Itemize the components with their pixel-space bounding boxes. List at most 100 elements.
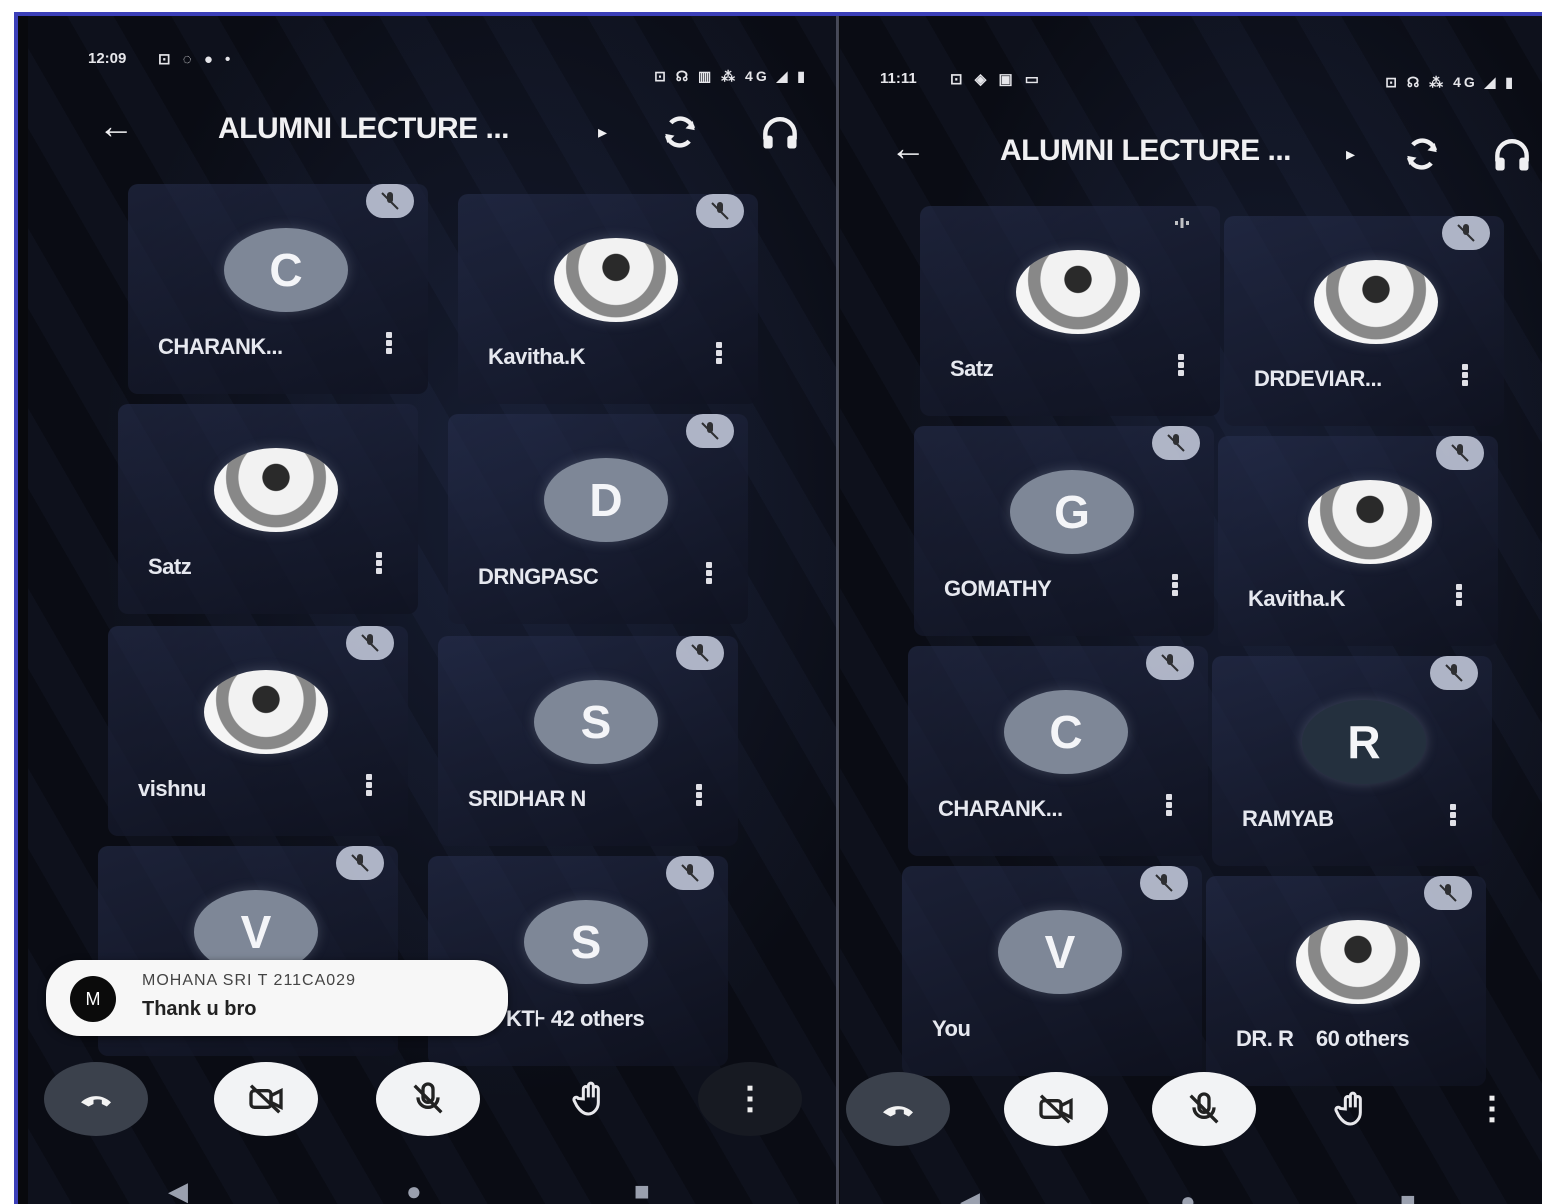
chat-message-toast[interactable]: M MOHANA SRI T 211CA029 Thank u bro [46,960,508,1036]
participant-tile[interactable]: DRDEVIAR... [1224,216,1504,426]
mic-off-icon [366,184,414,218]
meeting-header: ← ALUMNI LECTURE ... ▸ [98,104,818,164]
nav-back-icon[interactable]: ◀ [168,1176,188,1204]
title-caret-icon[interactable]: ▸ [598,122,607,143]
participant-photo-avatar [554,238,678,322]
participant-name: RAMYAB [1242,806,1334,831]
more-vert-icon[interactable] [1176,352,1186,382]
participant-tile[interactable]: Satz [920,206,1220,416]
status-bar: 11:11 ⊡ ◈ ▣ ▭ ⊡ ☊ ⁂ 4G ◢ ▮ [880,70,1516,98]
participant-tile[interactable]: R RAMYAB [1212,656,1492,866]
mic-off-icon [1436,436,1484,470]
participant-tile[interactable]: G GOMATHY [914,426,1214,636]
mic-off-button[interactable] [1152,1072,1256,1146]
participant-name: Kavitha.K [1248,586,1345,611]
more-vert-icon[interactable] [374,550,384,580]
hang-up-icon [81,1096,111,1107]
participant-tile[interactable]: D DRNGPASC [448,414,748,624]
status-icons-left: ⊡ ◌ ● • [158,51,235,68]
mic-off-icon [686,414,734,448]
screenshot-frame: 12:09 ⊡ ◌ ● • ⊡ ☊ ▥ ⁂ 4G ◢ ▮ ← ALUMNI LE… [14,12,1542,1204]
participant-avatar: R [1302,700,1426,784]
raise-hand-button[interactable] [538,1062,642,1136]
nav-recent-icon[interactable]: ■ [634,1176,650,1204]
audio-headphones-icon[interactable] [758,110,806,158]
participant-photo-avatar [1016,250,1140,334]
meeting-title[interactable]: ALUMNI LECTURE ... [218,112,510,146]
participant-tile-self[interactable]: V You [902,866,1202,1076]
more-vert-icon[interactable] [714,340,724,370]
mic-off-icon [413,1082,443,1114]
participant-tile[interactable]: Satz [118,404,418,614]
speaking-indicator-icon [1158,206,1206,240]
nav-back-icon[interactable]: ◀ [960,1186,980,1204]
right-phone-screen: 11:11 ⊡ ◈ ▣ ▭ ⊡ ☊ ⁂ 4G ◢ ▮ ← ALUMNI LECT… [840,16,1542,1204]
others-count-label: DR. R 60 others [1236,1026,1410,1051]
participant-tile-others[interactable]: DR. R 60 others [1206,876,1486,1086]
participant-name: You [932,1016,971,1041]
meeting-title[interactable]: ALUMNI LECTURE ... [1000,134,1292,168]
participant-avatar: D [544,458,668,542]
mic-off-icon [666,856,714,890]
nav-home-icon[interactable]: ● [406,1176,422,1204]
participant-avatar: S [534,680,658,764]
participant-name: Satz [148,554,192,579]
more-vert-icon[interactable] [1448,802,1458,832]
camera-off-icon [1039,1094,1073,1124]
more-vert-icon[interactable] [364,772,374,802]
call-controls [28,1062,838,1162]
participant-name: DRDEVIAR... [1254,366,1382,391]
raise-hand-button[interactable] [1300,1072,1404,1146]
nav-recent-icon[interactable]: ■ [1400,1186,1416,1204]
mic-off-icon [1430,656,1478,690]
participant-avatar: C [1004,690,1128,774]
mic-off-icon [1146,646,1194,680]
more-vert-icon[interactable] [1164,792,1174,822]
mic-off-button[interactable] [376,1062,480,1136]
raise-hand-icon [1334,1091,1362,1126]
mic-off-icon [1189,1092,1219,1124]
participant-name: GOMATHY [944,576,1052,601]
more-vert-icon[interactable] [704,560,714,590]
end-call-button[interactable] [44,1062,148,1136]
back-arrow-icon[interactable]: ← [98,104,148,154]
nav-home-icon[interactable]: ● [1180,1186,1196,1204]
sender-name: MOHANA SRI T 211CA029 [142,972,356,989]
participant-name: CHARANK... [938,796,1063,821]
participant-tile[interactable]: C CHARANK... [908,646,1208,856]
system-navbar: ◀ ● ■ [28,1176,838,1204]
status-icons-left: ⊡ ◈ ▣ ▭ [950,71,1043,88]
participant-tile[interactable]: Kavitha.K [458,194,758,404]
more-options-button[interactable] [1440,1072,1542,1146]
mic-off-icon [696,194,744,228]
mic-off-icon [1152,426,1200,460]
more-vert-icon[interactable] [1454,582,1464,612]
sender-avatar: M [70,976,116,1022]
more-vert-icon[interactable] [1460,362,1470,392]
more-vert-icon[interactable] [694,782,704,812]
participant-photo-avatar [1296,920,1420,1004]
participant-avatar: S [524,900,648,984]
participant-avatar: G [1010,470,1134,554]
more-options-button[interactable] [698,1062,802,1136]
title-caret-icon[interactable]: ▸ [1346,144,1355,165]
end-call-button[interactable] [846,1072,950,1146]
back-arrow-icon[interactable]: ← [890,126,940,176]
audio-headphones-icon[interactable] [1490,132,1538,180]
message-text: Thank u bro [142,998,257,1020]
participant-tile[interactable]: C CHARANK... [128,184,428,394]
switch-camera-icon[interactable] [1400,132,1448,180]
participant-name: SRIDHAR N [468,786,586,811]
mic-off-icon [1442,216,1490,250]
switch-camera-icon[interactable] [658,110,706,158]
camera-off-button[interactable] [1004,1072,1108,1146]
more-vert-icon[interactable] [384,330,394,360]
participant-tile[interactable]: vishnu [108,626,408,836]
raise-hand-icon [572,1081,600,1116]
participant-photo-avatar [204,670,328,754]
more-vert-icon[interactable] [1170,572,1180,602]
participant-tile[interactable]: S SRIDHAR N [438,636,738,846]
camera-off-button[interactable] [214,1062,318,1136]
participant-avatar: V [998,910,1122,994]
participant-tile[interactable]: Kavitha.K [1218,436,1498,646]
